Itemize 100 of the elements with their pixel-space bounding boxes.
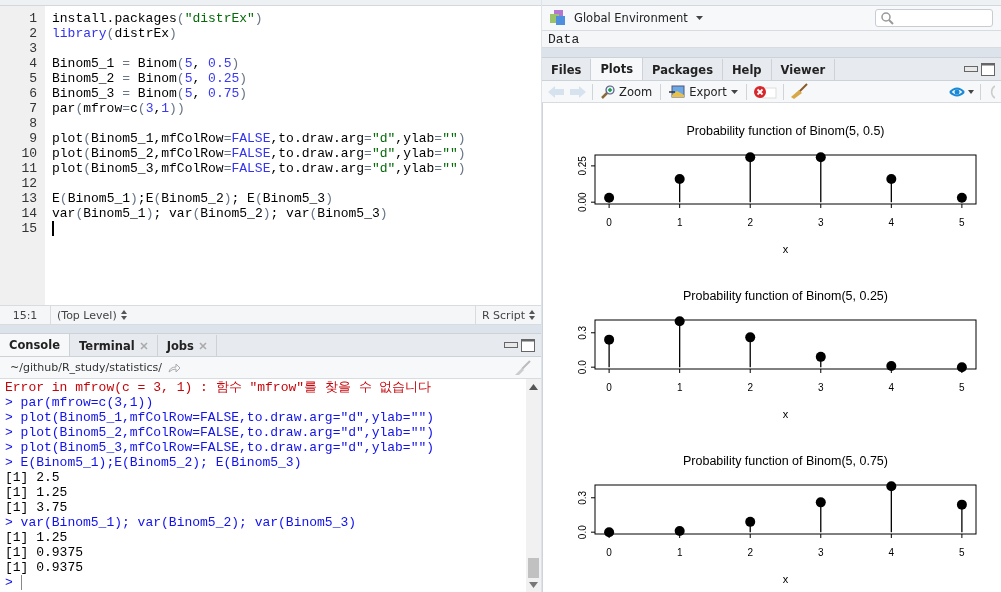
data-point	[956, 362, 967, 373]
scrollbar[interactable]	[526, 379, 541, 592]
console-line: > plot(Binom5_3,mfColRow=FALSE,to.draw.arg="d",ylab="")	[5, 440, 435, 455]
x-tick-label: 0	[606, 547, 612, 558]
section-header: Data	[548, 31, 580, 47]
y-tick-label: 0.3	[577, 325, 588, 340]
chart-title: Probability function of Binom(5, 0.75)	[683, 454, 888, 468]
remove-plot-icon[interactable]	[752, 84, 777, 99]
maximize-icon[interactable]	[981, 62, 995, 76]
working-directory[interactable]: ~/github/R_study/statistics/	[10, 361, 162, 374]
code-line: Binom5_1 = Binom(5, 0.5)	[52, 56, 240, 71]
line-number: 3	[29, 41, 38, 56]
x-tick-label: 3	[818, 382, 824, 393]
data-point	[745, 516, 756, 533]
line-number: 2	[29, 26, 38, 41]
search-field[interactable]	[875, 9, 993, 27]
point	[745, 332, 756, 343]
x-tick-label: 2	[747, 547, 753, 558]
broom-icon[interactable]	[789, 83, 808, 100]
data-point	[674, 173, 685, 203]
point	[815, 497, 826, 508]
line-number: 12	[21, 176, 38, 191]
data-point	[815, 497, 826, 533]
minimize-icon[interactable]	[964, 66, 978, 72]
export-button[interactable]: Export	[667, 84, 740, 99]
point	[745, 516, 756, 527]
environment-icon	[550, 10, 566, 26]
line-number: 15	[21, 221, 38, 236]
line-number: 13	[21, 191, 38, 206]
chart-title: Probability function of Binom(5, 0.25)	[683, 289, 888, 303]
console-line: >	[5, 575, 13, 590]
y-tick-label: 0.25	[577, 156, 588, 176]
code-line: Binom5_2 = Binom(5, 0.25)	[52, 71, 248, 86]
console-line: > E(Binom5_1);E(Binom5_2); E(Binom5_3)	[5, 455, 302, 470]
x-tick-label: 4	[888, 547, 895, 558]
x-tick-label: 5	[959, 382, 965, 393]
data-point	[956, 499, 967, 533]
scrollbar-thumb[interactable]	[528, 558, 539, 578]
arrow-icon[interactable]	[168, 362, 181, 373]
point	[674, 316, 685, 327]
y-tick-label: 0.0	[577, 360, 588, 375]
maximize-icon[interactable]	[521, 338, 535, 352]
x-tick-label: 3	[818, 547, 824, 558]
scroll-up-icon[interactable]	[529, 384, 538, 390]
x-tick-label: 3	[818, 217, 824, 228]
data-point	[886, 361, 897, 372]
x-tick-label: 5	[959, 217, 965, 228]
scope-selector[interactable]: (Top Level)	[51, 306, 133, 324]
console-line: > plot(Binom5_1,mfColRow=FALSE,to.draw.arg="d",ylab="")	[5, 410, 435, 425]
x-tick-label: 4	[888, 217, 895, 228]
data-point	[886, 481, 897, 533]
scroll-down-icon[interactable]	[529, 582, 538, 588]
console-line: Error in mfrow(c = 3, 1) : 함수 "mfrow"를 찾을 수 없습니다	[5, 380, 432, 395]
x-tick-label: 1	[676, 382, 683, 393]
line-number: 11	[21, 161, 38, 176]
line-number: 1	[29, 11, 38, 26]
line-number: 5	[29, 71, 38, 86]
data-point	[745, 152, 756, 203]
zoom-button[interactable]: Zoom	[599, 84, 655, 99]
code-line: plot(Binom5_1,mfColRow=FALSE,to.draw.arg="d",ylab="")	[52, 131, 466, 146]
code-line: plot(Binom5_2,mfColRow=FALSE,to.draw.arg="d",ylab="")	[52, 146, 466, 161]
code-line: plot(Binom5_3,mfColRow=FALSE,to.draw.arg="d",ylab="")	[52, 161, 466, 176]
data-point	[745, 332, 756, 368]
console-line: > var(Binom5_1); var(Binom5_2); var(Binom5_3)	[5, 515, 357, 530]
close-icon[interactable]	[139, 341, 148, 350]
data-point	[815, 351, 826, 368]
data-point	[815, 152, 826, 203]
updown-icon	[120, 310, 127, 320]
x-axis-label: x	[782, 243, 789, 255]
data-point	[674, 316, 685, 368]
caret-icon	[730, 89, 738, 94]
line-number: 8	[29, 116, 38, 131]
console-line: [1] 3.75	[5, 500, 68, 515]
updown-icon	[529, 310, 535, 320]
pane-tab[interactable]: Console	[0, 334, 70, 356]
point	[956, 499, 967, 510]
x-tick-label: 2	[747, 382, 753, 393]
minimize-icon[interactable]	[504, 342, 518, 348]
cursor-position: 15:1	[12, 308, 38, 322]
x-tick-label: 0	[606, 217, 612, 228]
console-line: > plot(Binom5_2,mfColRow=FALSE,to.draw.arg="d",ylab="")	[5, 425, 435, 440]
x-axis-label: x	[782, 408, 789, 420]
console-line: [1] 1.25	[5, 485, 68, 500]
file-type-selector[interactable]: R Script	[474, 306, 541, 324]
x-axis-label: x	[782, 573, 789, 585]
data-point	[674, 526, 685, 537]
code-line: par(mfrow=c(3,1))	[52, 101, 185, 116]
environment-selector[interactable]: Global Environment	[572, 11, 705, 25]
close-icon[interactable]	[198, 341, 207, 350]
console-line: > par(mfrow=c(3,1))	[5, 395, 154, 410]
x-tick-label: 0	[606, 382, 612, 393]
code-line: E(Binom5_1);E(Binom5_2); E(Binom5_3)	[52, 191, 333, 206]
x-tick-label: 1	[676, 217, 683, 228]
line-number: 6	[29, 86, 38, 101]
line-number: 7	[29, 101, 38, 116]
y-tick-label: 0.0	[577, 525, 588, 540]
line-number: 10	[21, 146, 38, 161]
pane-tab[interactable]: Plots	[591, 58, 643, 80]
console-line: [1] 1.25	[5, 530, 68, 545]
magnifier-icon	[601, 84, 615, 99]
